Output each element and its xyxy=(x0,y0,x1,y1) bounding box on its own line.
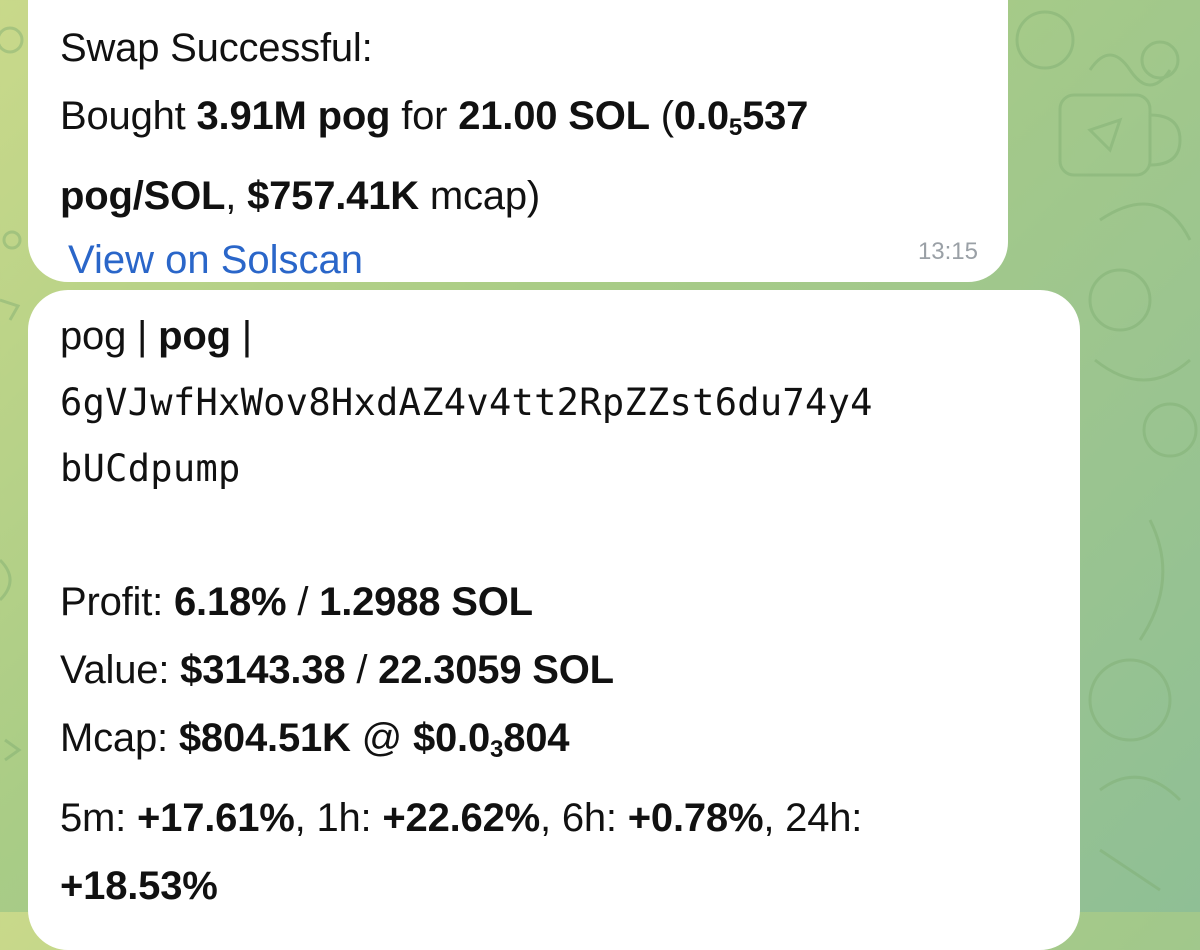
change-6h-label: , 6h: xyxy=(540,796,628,840)
slash: / xyxy=(345,648,379,692)
price-change-line: 5m: +17.61%, 1h: +22.62%, 6h: +0.78%, 24… xyxy=(60,784,1048,852)
change-24h-label: , 24h: xyxy=(763,796,863,840)
swap-title-text: Swap Successful: xyxy=(60,26,373,70)
profit-label: Profit: xyxy=(60,580,174,624)
separator: | xyxy=(230,314,252,358)
token-address-line-1[interactable]: 6gVJwfHxWov8HxdAZ4v4tt2RpZZst6du74y4 xyxy=(60,370,1048,436)
token-name: pog | xyxy=(60,314,159,358)
swap-details-line-2: pog/SOL, $757.41K mcap) xyxy=(60,162,976,230)
swap-mcap-value: $757.41K xyxy=(247,174,419,218)
token-info-message: pog | pog | 6gVJwfHxWov8HxdAZ4v4tt2RpZZs… xyxy=(28,290,1080,950)
price-change-line-2: +18.53% xyxy=(60,852,1048,920)
swap-price: 0.05537 xyxy=(673,94,809,141)
change-1h-label: , 1h: xyxy=(294,796,383,840)
message-timestamp: 13:15 xyxy=(917,238,978,265)
swap-details-line-1: Bought 3.91M pog for 21.00 SOL (0.05537 xyxy=(60,82,976,162)
value-line: Value: $3143.38 / 22.3059 SOL xyxy=(60,636,1048,704)
profit-percent: 6.18% xyxy=(174,580,287,624)
slash: / xyxy=(286,580,320,624)
price-unit: pog/SOL xyxy=(60,174,226,218)
change-5m-label: 5m: xyxy=(60,796,137,840)
comma: , xyxy=(225,174,248,218)
change-1h-value: +22.62% xyxy=(382,796,540,840)
token-symbol: pog xyxy=(158,314,231,358)
bought-amount: 3.91M pog xyxy=(196,94,391,138)
change-24h-value: +18.53% xyxy=(60,864,218,908)
mcap-suffix: mcap) xyxy=(418,174,541,218)
for-label: for xyxy=(390,94,459,138)
mcap-label: Mcap: xyxy=(60,716,179,760)
token-name-line: pog | pog | xyxy=(60,302,1048,370)
value-sol: 22.3059 SOL xyxy=(378,648,614,692)
at-sign: @ xyxy=(350,716,413,760)
change-5m-value: +17.61% xyxy=(137,796,295,840)
view-on-solscan-link[interactable]: View on Solscan xyxy=(68,230,363,290)
value-usd: $3143.38 xyxy=(180,648,346,692)
change-6h-value: +0.78% xyxy=(627,796,764,840)
token-address-line-2[interactable]: bUCdpump xyxy=(60,436,1048,502)
value-label: Value: xyxy=(60,648,181,692)
profit-line: Profit: 6.18% / 1.2988 SOL xyxy=(60,568,1048,636)
bought-label: Bought xyxy=(60,94,197,138)
swap-title: Swap Successful: xyxy=(60,14,976,82)
mcap-line: Mcap: $804.51K @ $0.03804 xyxy=(60,704,1048,784)
swap-success-message: Swap Successful: Bought 3.91M pog for 21… xyxy=(28,0,1008,282)
open-paren: ( xyxy=(649,94,674,138)
sol-amount: 21.00 SOL xyxy=(458,94,650,138)
mcap-value: $804.51K xyxy=(178,716,351,760)
profit-sol: 1.2988 SOL xyxy=(319,580,533,624)
token-price: $0.03804 xyxy=(412,716,570,763)
